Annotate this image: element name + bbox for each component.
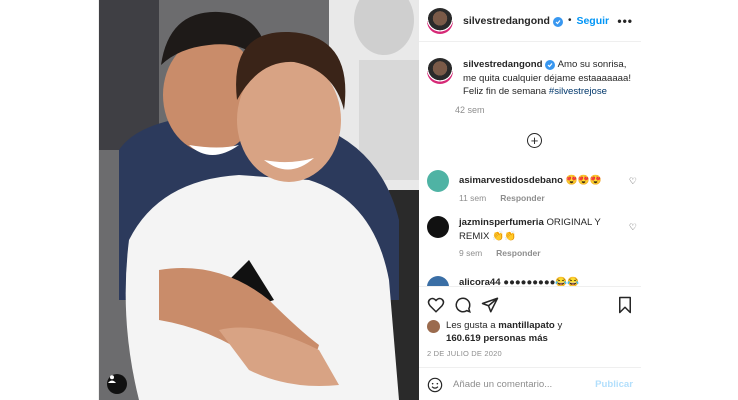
reply-button[interactable]: Responder bbox=[496, 248, 540, 258]
comment-item: asimarvestidosdebano 😍😍😍 11 sem Responder… bbox=[427, 170, 637, 205]
follow-button[interactable]: Seguir bbox=[576, 15, 609, 27]
post-caption: silvestredangond Amo su sonrisa, me quit… bbox=[419, 42, 641, 99]
comment-item: alicora44 ●●●●●●●●●😂😂 bbox=[427, 276, 637, 286]
author-username[interactable]: silvestredangond bbox=[463, 15, 563, 27]
comment-username[interactable]: asimarvestidosdebano bbox=[459, 175, 563, 186]
comment-like-icon[interactable]: ♡ bbox=[629, 176, 637, 187]
photo-illustration bbox=[99, 0, 419, 400]
caption-text-block: silvestredangond Amo su sonrisa, me quit… bbox=[463, 58, 633, 99]
post-header: silvestredangond • Seguir ••• bbox=[419, 0, 641, 42]
more-options-icon[interactable]: ••• bbox=[617, 14, 633, 28]
author-avatar[interactable] bbox=[427, 7, 453, 34]
likes-prefix: Les gusta a bbox=[446, 320, 496, 331]
comment-body: asimarvestidosdebano 😍😍😍 11 sem Responder bbox=[459, 170, 619, 205]
comment-username[interactable]: jazminsperfumeria bbox=[459, 217, 544, 228]
post-date: 2 DE JULIO DE 2020 bbox=[427, 349, 502, 358]
tagged-user-icon[interactable] bbox=[107, 374, 127, 394]
comment-like-icon[interactable]: ♡ bbox=[629, 222, 637, 233]
caption-username[interactable]: silvestredangond bbox=[463, 59, 542, 70]
liker-avatar[interactable] bbox=[427, 320, 440, 333]
comment-input[interactable]: Añade un comentario... bbox=[453, 379, 552, 390]
likes-count[interactable]: 160.619 personas más bbox=[446, 333, 548, 344]
comment-text: 😍😍😍 bbox=[565, 175, 602, 186]
load-more-comments-icon[interactable]: + bbox=[527, 133, 542, 148]
comment-meta: 11 sem Responder bbox=[459, 192, 619, 206]
comment-body: jazminsperfumeria ORIGINAL Y REMIX 👏👏 9 … bbox=[459, 216, 619, 261]
post-actions: Les gusta a mantillapato y 160.619 perso… bbox=[419, 286, 641, 400]
verified-badge-icon bbox=[552, 16, 563, 27]
publish-button[interactable]: Publicar bbox=[595, 379, 633, 390]
comment-time: 11 sem bbox=[459, 192, 487, 203]
save-bookmark-icon[interactable] bbox=[617, 296, 633, 314]
comment-text: ●●●●●●●●●😂😂 bbox=[503, 277, 580, 286]
reply-button[interactable]: Responder bbox=[500, 193, 544, 203]
separator-dot: • bbox=[567, 15, 572, 26]
caption-author-avatar[interactable] bbox=[427, 58, 453, 84]
share-send-icon[interactable] bbox=[481, 296, 499, 314]
comment-avatar[interactable] bbox=[427, 216, 449, 238]
caption-time: 42 sem bbox=[455, 104, 485, 115]
instagram-post: silvestredangond • Seguir ••• silvestred… bbox=[98, 0, 641, 400]
action-icons bbox=[427, 296, 633, 314]
likes-connector: y bbox=[557, 320, 563, 331]
post-details-panel: silvestredangond • Seguir ••• silvestred… bbox=[419, 0, 641, 400]
comment-time: 9 sem bbox=[459, 248, 483, 258]
comment-bubble-icon[interactable] bbox=[454, 296, 472, 314]
caption-verified-badge-icon bbox=[545, 60, 556, 70]
like-heart-icon[interactable] bbox=[427, 296, 445, 314]
comment-meta: 9 sem Responder bbox=[459, 247, 619, 261]
likes-user[interactable]: mantillapato bbox=[498, 320, 555, 331]
post-photo[interactable] bbox=[99, 0, 419, 400]
comment-body: alicora44 ●●●●●●●●●😂😂 bbox=[459, 276, 619, 286]
comment-username[interactable]: alicora44 bbox=[459, 277, 501, 286]
comment-avatar[interactable] bbox=[427, 276, 449, 286]
likes-summary: Les gusta a mantillapato y 160.619 perso… bbox=[427, 319, 562, 345]
comment-item: jazminsperfumeria ORIGINAL Y REMIX 👏👏 9 … bbox=[427, 216, 637, 261]
caption-hashtag[interactable]: #silvestrejose bbox=[549, 86, 607, 97]
add-comment-bar: Añade un comentario... Publicar bbox=[419, 367, 641, 400]
emoji-icon[interactable] bbox=[427, 377, 443, 393]
comment-avatar[interactable] bbox=[427, 170, 449, 192]
